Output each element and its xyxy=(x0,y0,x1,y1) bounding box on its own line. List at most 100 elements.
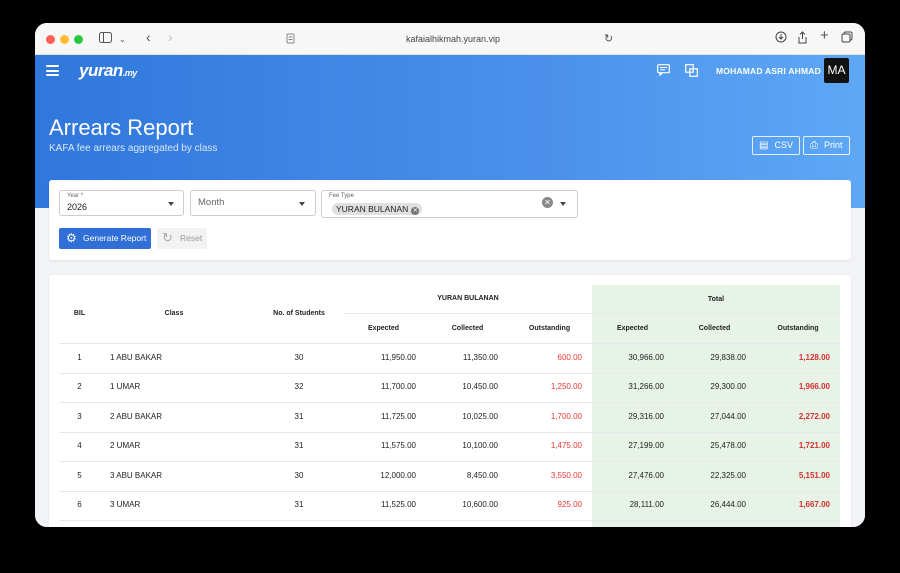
forward-icon[interactable]: › xyxy=(168,29,173,45)
cell-total-expected: 29,316.00 xyxy=(628,411,664,421)
cell-bil: 6 xyxy=(77,500,82,509)
app-logo[interactable]: yuran.my xyxy=(79,61,137,81)
cell-bil: 1 xyxy=(77,353,82,362)
clear-icon[interactable]: ✕ xyxy=(542,197,553,208)
header-group-total: Total xyxy=(707,296,725,303)
filter-card: Year * 2026 Month Fee Type YURAN BULANAN… xyxy=(49,180,851,260)
chevron-down-icon xyxy=(168,202,174,206)
share-icon[interactable] xyxy=(797,31,808,48)
fee-type-label: Fee Type xyxy=(329,193,354,199)
csv-export-button[interactable]: ▤ CSV xyxy=(752,136,800,155)
new-tab-icon[interactable]: + xyxy=(820,28,829,44)
cell-collected: 11,350.00 xyxy=(463,353,498,362)
fee-type-select[interactable]: Fee Type YURAN BULANAN ✕ ✕ xyxy=(321,190,578,218)
generate-report-button[interactable]: ⚙ Generate Report xyxy=(59,228,151,249)
cell-bil: 2 xyxy=(77,382,82,392)
cell-bil: 5 xyxy=(77,470,82,480)
cell-total-outstanding: 5,151.00 xyxy=(798,470,830,480)
translate-icon[interactable] xyxy=(685,64,698,80)
back-icon[interactable]: ‹ xyxy=(146,29,151,45)
print-button[interactable]: ⎙ Print xyxy=(803,136,850,155)
cell-total-expected: 27,199.00 xyxy=(628,441,664,451)
fee-type-chip-label: YURAN BULANAN xyxy=(336,204,409,214)
arrears-table: BIL Class No. of Students YURAN BULANAN … xyxy=(49,275,851,527)
year-value: 2026 xyxy=(67,202,88,212)
address-bar[interactable]: kafaialhikmah.yuran.vip xyxy=(283,29,623,49)
printer-icon: ⎙ xyxy=(810,140,818,151)
browser-toolbar: ⌄ ‹ › kafaialhikmah.yuran.vip ↻ + xyxy=(35,23,865,55)
logo-text: yuran xyxy=(79,61,123,80)
header-total-outstanding: Outstanding xyxy=(777,325,819,332)
cell-students: 31 xyxy=(294,411,304,421)
cell-total-collected: 25,478.00 xyxy=(710,441,746,451)
chevron-down-icon[interactable]: ⌄ xyxy=(119,32,126,48)
page-subtitle: KAFA fee arrears aggregated by class xyxy=(49,143,218,154)
cell-students: 30 xyxy=(294,470,304,480)
zoom-window-button[interactable] xyxy=(74,35,83,44)
header-total-collected: Collected xyxy=(698,325,731,332)
app-topbar: yuran.my MOHAMAD ASRI AHMAD MA xyxy=(35,55,865,89)
month-placeholder: Month xyxy=(198,197,225,208)
cell-students: 31 xyxy=(294,500,304,509)
cell-bil: 3 xyxy=(77,411,82,421)
cell-students: 31 xyxy=(294,441,304,451)
cell-total-collected: 22,325.00 xyxy=(710,470,746,480)
avatar[interactable]: MA xyxy=(824,58,849,83)
reset-button[interactable]: ↻ Reset xyxy=(157,228,207,249)
header-bottom-divider xyxy=(59,343,840,344)
cell-students: 32 xyxy=(294,382,304,392)
chevron-down-icon[interactable] xyxy=(560,202,566,206)
fee-type-chip[interactable]: YURAN BULANAN ✕ xyxy=(332,203,423,215)
header-group-yuran-bulanan: YURAN BULANAN xyxy=(437,295,499,302)
cell-class: 2 ABU BAKAR xyxy=(110,411,163,421)
header-class: Class xyxy=(164,310,184,317)
chat-icon[interactable] xyxy=(657,64,670,79)
reset-label: Reset xyxy=(180,233,203,243)
cell-total-expected: 31,266.00 xyxy=(628,382,664,392)
cell-total-collected: 29,838.00 xyxy=(710,353,746,362)
year-select[interactable]: Year * 2026 xyxy=(59,190,184,216)
minimize-window-button[interactable] xyxy=(60,35,69,44)
header-expected: Expected xyxy=(367,325,400,332)
month-select[interactable]: Month xyxy=(190,190,316,216)
cell-expected: 11,725.00 xyxy=(381,411,416,421)
cell-outstanding: 925.00 xyxy=(557,500,582,509)
cell-class: 3 ABU BAKAR xyxy=(110,470,163,480)
cell-bil: 4 xyxy=(77,441,82,451)
cell-outstanding: 1,475.00 xyxy=(550,441,582,451)
header-total-expected: Expected xyxy=(616,325,649,332)
sidebar-toggle-icon[interactable] xyxy=(99,31,112,47)
header-students: No. of Students xyxy=(273,310,325,317)
cell-collected: 8,450.00 xyxy=(466,470,498,480)
browser-window: ⌄ ‹ › kafaialhikmah.yuran.vip ↻ + yuran.… xyxy=(35,23,865,527)
year-label: Year * xyxy=(67,193,84,199)
header-outstanding: Outstanding xyxy=(528,325,571,332)
cell-total-outstanding: 1,128.00 xyxy=(798,353,830,362)
refresh-icon: ↻ xyxy=(162,230,173,245)
row-divider xyxy=(59,431,840,433)
user-name[interactable]: MOHAMAD ASRI AHMAD xyxy=(716,66,821,76)
cell-total-collected: 27,044.00 xyxy=(710,411,746,421)
menu-icon[interactable] xyxy=(46,65,59,76)
cell-total-outstanding: 1,667.00 xyxy=(798,500,830,509)
cell-expected: 12,000.00 xyxy=(380,470,416,480)
page-content: yuran.my MOHAMAD ASRI AHMAD MA Arrears R… xyxy=(35,55,865,527)
cell-total-outstanding: 2,272.00 xyxy=(798,411,830,421)
close-window-button[interactable] xyxy=(46,35,55,44)
cell-outstanding: 1,250.00 xyxy=(550,382,582,392)
row-divider xyxy=(59,402,840,404)
tabs-overview-icon[interactable] xyxy=(841,31,853,47)
cell-total-expected: 30,966.00 xyxy=(628,353,664,362)
download-icon[interactable] xyxy=(775,31,787,47)
reload-icon[interactable]: ↻ xyxy=(604,31,613,47)
cell-class: 2 UMAR xyxy=(110,441,141,451)
cell-outstanding: 1,700.00 xyxy=(550,411,582,421)
generate-label: Generate Report xyxy=(83,233,147,243)
cell-total-outstanding: 1,966.00 xyxy=(798,382,830,392)
print-label: Print xyxy=(824,140,843,150)
header-bil: BIL xyxy=(73,310,86,317)
page-title: Arrears Report xyxy=(49,115,194,140)
row-divider xyxy=(59,520,840,521)
csv-label: CSV xyxy=(774,140,793,150)
chip-remove-icon[interactable]: ✕ xyxy=(411,207,420,215)
